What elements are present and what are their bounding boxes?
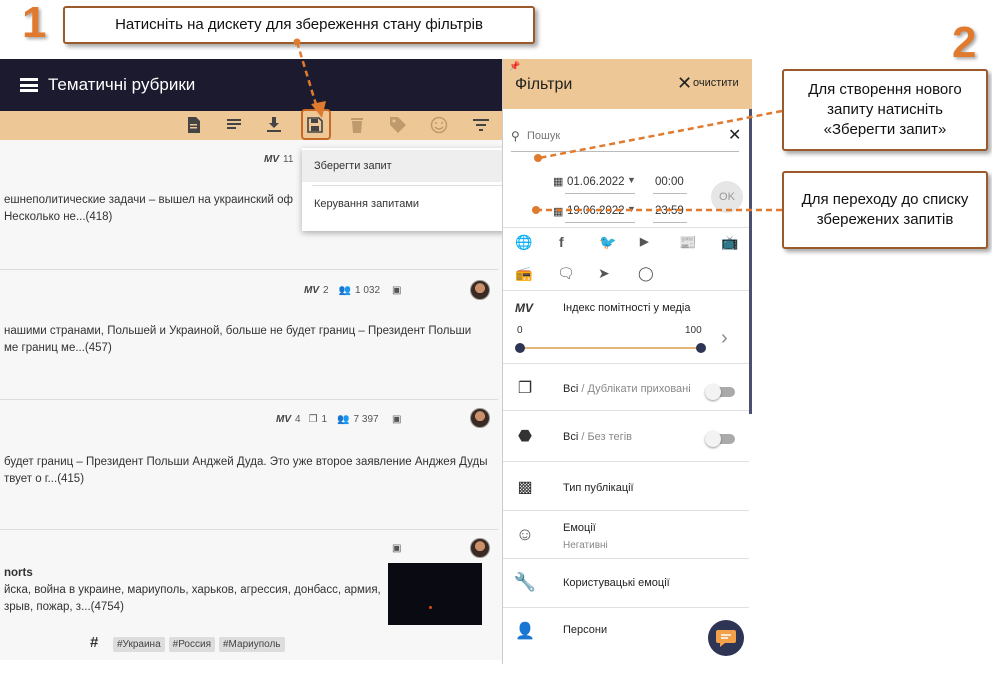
screenshot-root: 1 2 Натисніть на дискету для збереження … xyxy=(0,0,992,682)
arrow-head xyxy=(311,101,326,118)
arrow-end-dot xyxy=(532,206,540,214)
arrow-to-save-icon xyxy=(295,41,320,112)
arrow-end-dot xyxy=(534,154,542,162)
arrow-start-dot xyxy=(293,38,301,46)
connector-arrows xyxy=(293,38,783,214)
arrow-to-save-query xyxy=(538,109,783,160)
